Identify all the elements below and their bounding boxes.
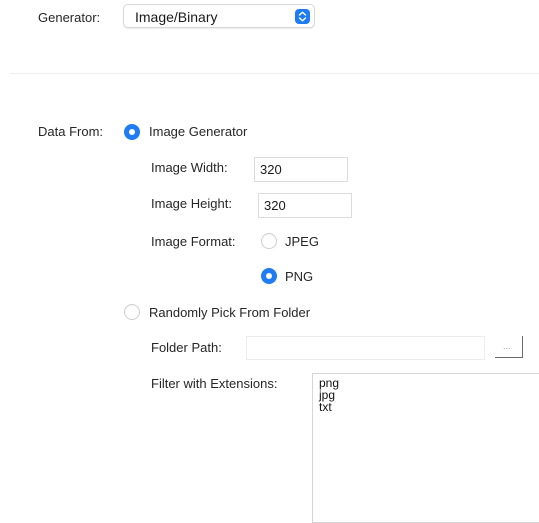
- radio-jpeg[interactable]: [261, 233, 277, 249]
- radio-png[interactable]: [261, 268, 277, 284]
- radio-random-folder[interactable]: [124, 304, 140, 320]
- image-height-input[interactable]: [258, 193, 352, 218]
- extension-line: jpg: [319, 388, 336, 402]
- generator-label: Generator:: [38, 10, 101, 25]
- radio-image-generator[interactable]: [124, 124, 140, 140]
- browse-button-label: ...: [503, 341, 511, 351]
- jpeg-label[interactable]: JPEG: [285, 234, 319, 249]
- chevron-up-down-icon: [295, 9, 310, 24]
- generator-select-value: Image/Binary: [135, 9, 218, 25]
- folder-path-input[interactable]: [246, 336, 485, 360]
- generator-select[interactable]: Image/Binary: [123, 4, 315, 28]
- folder-path-label: Folder Path:: [151, 340, 222, 355]
- png-label[interactable]: PNG: [285, 269, 313, 284]
- filter-extensions-label: Filter with Extensions:: [151, 376, 278, 391]
- image-width-input[interactable]: [254, 157, 348, 182]
- random-folder-label[interactable]: Randomly Pick From Folder: [149, 305, 310, 320]
- extension-line: txt: [319, 400, 332, 414]
- extensions-textarea[interactable]: png jpg txt: [312, 373, 539, 523]
- extension-line: png: [319, 376, 340, 390]
- image-width-label: Image Width:: [151, 160, 228, 175]
- browse-folder-button[interactable]: ...: [495, 336, 523, 358]
- section-divider: [10, 73, 539, 74]
- image-format-label: Image Format:: [151, 234, 236, 249]
- image-generator-label[interactable]: Image Generator: [149, 124, 247, 139]
- image-height-label: Image Height:: [151, 196, 232, 211]
- data-from-label: Data From:: [38, 124, 104, 139]
